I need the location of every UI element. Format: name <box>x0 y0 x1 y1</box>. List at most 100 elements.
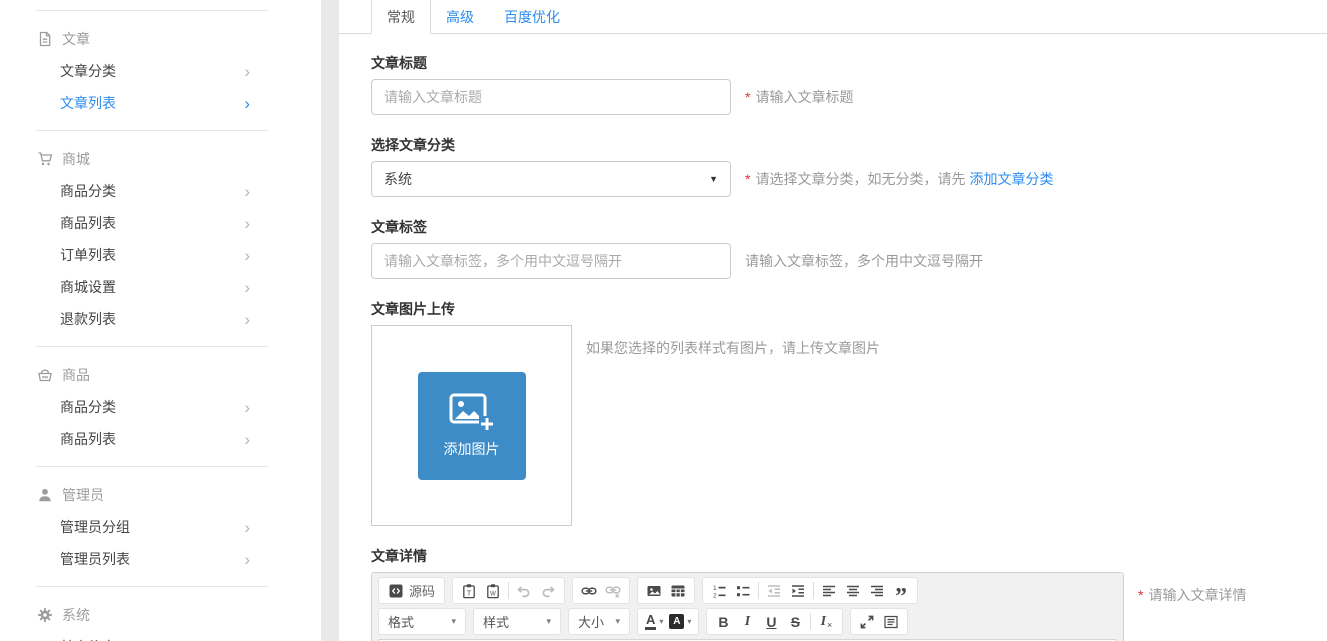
paste-word-button[interactable]: W <box>481 579 505 602</box>
insert-image-button[interactable] <box>642 579 666 602</box>
sidebar-item-admin-list[interactable]: 管理员列表 › <box>60 543 250 575</box>
title-input[interactable] <box>371 79 731 115</box>
italic-button[interactable]: I <box>735 610 759 633</box>
sidebar-group-goods-header: 商品 <box>37 359 321 391</box>
unlink-button[interactable] <box>601 579 625 602</box>
sidebar-item-label: 基本信息 <box>60 637 116 641</box>
outdent-button[interactable] <box>762 579 786 602</box>
undo-button[interactable] <box>512 579 536 602</box>
sidebar-item-basic-info[interactable]: 基本信息 › <box>60 631 250 641</box>
link-button[interactable] <box>577 579 601 602</box>
size-combo[interactable]: 大小 ▾ <box>568 608 630 635</box>
add-image-icon <box>449 393 495 436</box>
sidebar-group-article-header: 文章 <box>37 23 321 55</box>
maximize-button[interactable] <box>855 610 879 633</box>
chevron-right-icon: › <box>244 247 250 264</box>
sidebar-item-goods-list[interactable]: 商品列表 › <box>60 423 250 455</box>
sidebar-item-admin-group[interactable]: 管理员分组 › <box>60 511 250 543</box>
text-color-button[interactable]: A ▾ <box>642 610 666 633</box>
tab-bar: 常规 高级 百度优化 <box>339 0 1327 34</box>
insert-table-button[interactable] <box>666 579 690 602</box>
editor-toolbar-row1: 源码 T W <box>378 577 1117 604</box>
tags-input[interactable] <box>371 243 731 279</box>
field-article-tags: 文章标签 请输入文章标签，多个用中文逗号隔开 <box>371 217 1327 279</box>
sidebar-item-label: 管理员分组 <box>60 517 130 537</box>
sidebar-item-label: 文章列表 <box>60 93 116 113</box>
remove-format-button[interactable]: I× <box>814 610 838 633</box>
field-article-category: 选择文章分类 系统 ▼ *请选择文章分类，如无分类，请先添加文章分类 <box>371 135 1327 197</box>
redo-button[interactable] <box>536 579 560 602</box>
bg-color-button[interactable]: A ▾ <box>666 610 694 633</box>
sidebar-item-order-list[interactable]: 订单列表 › <box>60 239 250 271</box>
chevron-right-icon: › <box>244 311 250 328</box>
tab-advanced[interactable]: 高级 <box>431 0 489 33</box>
article-form: 文章标题 *请输入文章标题 选择文章分类 系统 ▼ *请选择文章分类，如无分类，… <box>339 34 1327 641</box>
toolbar-group-clipboard: T W <box>452 577 565 604</box>
sidebar-item-label: 管理员列表 <box>60 549 130 569</box>
sidebar-item-refund-list[interactable]: 退款列表 › <box>60 303 250 335</box>
add-image-button[interactable]: 添加图片 <box>418 372 526 480</box>
chevron-down-icon: ▾ <box>687 617 691 626</box>
format-combo[interactable]: 格式 ▾ <box>378 608 466 635</box>
editor-toolbar-row2: 格式 ▾ 样式 ▾ 大小 ▾ A <box>378 608 1117 635</box>
bulleted-list-button[interactable] <box>731 579 755 602</box>
chevron-right-icon: › <box>244 215 250 232</box>
show-blocks-button[interactable] <box>879 610 903 633</box>
sidebar-item-article-category[interactable]: 文章分类 › <box>60 55 250 87</box>
sidebar-item-label: 商品列表 <box>60 213 116 233</box>
chevron-right-icon: › <box>244 519 250 536</box>
source-button[interactable]: 源码 <box>383 579 440 602</box>
tab-general[interactable]: 常规 <box>371 0 431 34</box>
sidebar-group-system: 系统 基本信息 › <box>0 587 321 641</box>
align-center-button[interactable] <box>841 579 865 602</box>
numbered-list-button[interactable]: 12 <box>707 579 731 602</box>
tab-baidu-seo[interactable]: 百度优化 <box>489 0 575 33</box>
add-image-label: 添加图片 <box>444 439 500 459</box>
sidebar-item-label: 商城设置 <box>60 277 116 297</box>
style-combo[interactable]: 样式 ▾ <box>473 608 561 635</box>
chevron-right-icon: › <box>244 95 250 112</box>
paste-text-button[interactable]: T <box>457 579 481 602</box>
category-hint: *请选择文章分类，如无分类，请先添加文章分类 <box>745 169 1053 189</box>
underline-button[interactable]: U <box>759 610 783 633</box>
add-category-link[interactable]: 添加文章分类 <box>969 171 1053 187</box>
sidebar-item-mall-settings[interactable]: 商城设置 › <box>60 271 250 303</box>
sidebar-item-product-category[interactable]: 商品分类 › <box>60 175 250 207</box>
image-hint: 如果您选择的列表样式有图片，请上传文章图片 <box>586 325 880 358</box>
chevron-down-icon: ▾ <box>659 617 663 626</box>
remove-format-sub: × <box>827 620 832 630</box>
toolbar-group-paragraph: 12 <box>702 577 918 604</box>
content-label: 文章详情 <box>371 546 1327 566</box>
toolbar-group-basicstyles: B I U S I× <box>706 608 843 635</box>
indent-button[interactable] <box>786 579 810 602</box>
remove-format-icon: I <box>821 614 826 630</box>
align-right-button[interactable] <box>865 579 889 602</box>
sidebar-item-article-list[interactable]: 文章列表 › <box>60 87 250 119</box>
title-label: 文章标题 <box>371 53 1327 73</box>
sidebar-item-goods-category[interactable]: 商品分类 › <box>60 391 250 423</box>
select-caret-icon: ▼ <box>709 174 718 184</box>
category-select[interactable]: 系统 ▼ <box>371 161 731 197</box>
basket-icon <box>37 367 53 383</box>
strikethrough-button[interactable]: S <box>783 610 807 633</box>
sidebar-group-system-header: 系统 <box>37 599 321 631</box>
image-upload-box: 添加图片 <box>371 325 572 526</box>
chevron-down-icon: ▾ <box>615 616 620 627</box>
toolbar-group-colors: A ▾ A ▾ <box>637 608 699 635</box>
blockquote-button[interactable]: ” <box>889 579 913 602</box>
align-left-button[interactable] <box>817 579 841 602</box>
user-icon <box>37 487 53 503</box>
sidebar-group-article: 文章 文章分类 › 文章列表 › <box>0 11 321 130</box>
sidebar-item-label: 商品列表 <box>60 429 116 449</box>
chevron-right-icon: › <box>244 63 250 80</box>
size-combo-label: 大小 <box>578 612 604 631</box>
chevron-down-icon: ▾ <box>451 616 456 627</box>
svg-text:2: 2 <box>713 592 717 598</box>
sidebar-item-product-list[interactable]: 商品列表 › <box>60 207 250 239</box>
bold-button[interactable]: B <box>711 610 735 633</box>
bg-color-icon: A <box>669 614 684 629</box>
toolbar-separator <box>810 613 811 630</box>
category-selected-value: 系统 <box>384 169 412 189</box>
sidebar-group-label: 文章 <box>62 29 90 49</box>
source-icon <box>388 583 404 599</box>
